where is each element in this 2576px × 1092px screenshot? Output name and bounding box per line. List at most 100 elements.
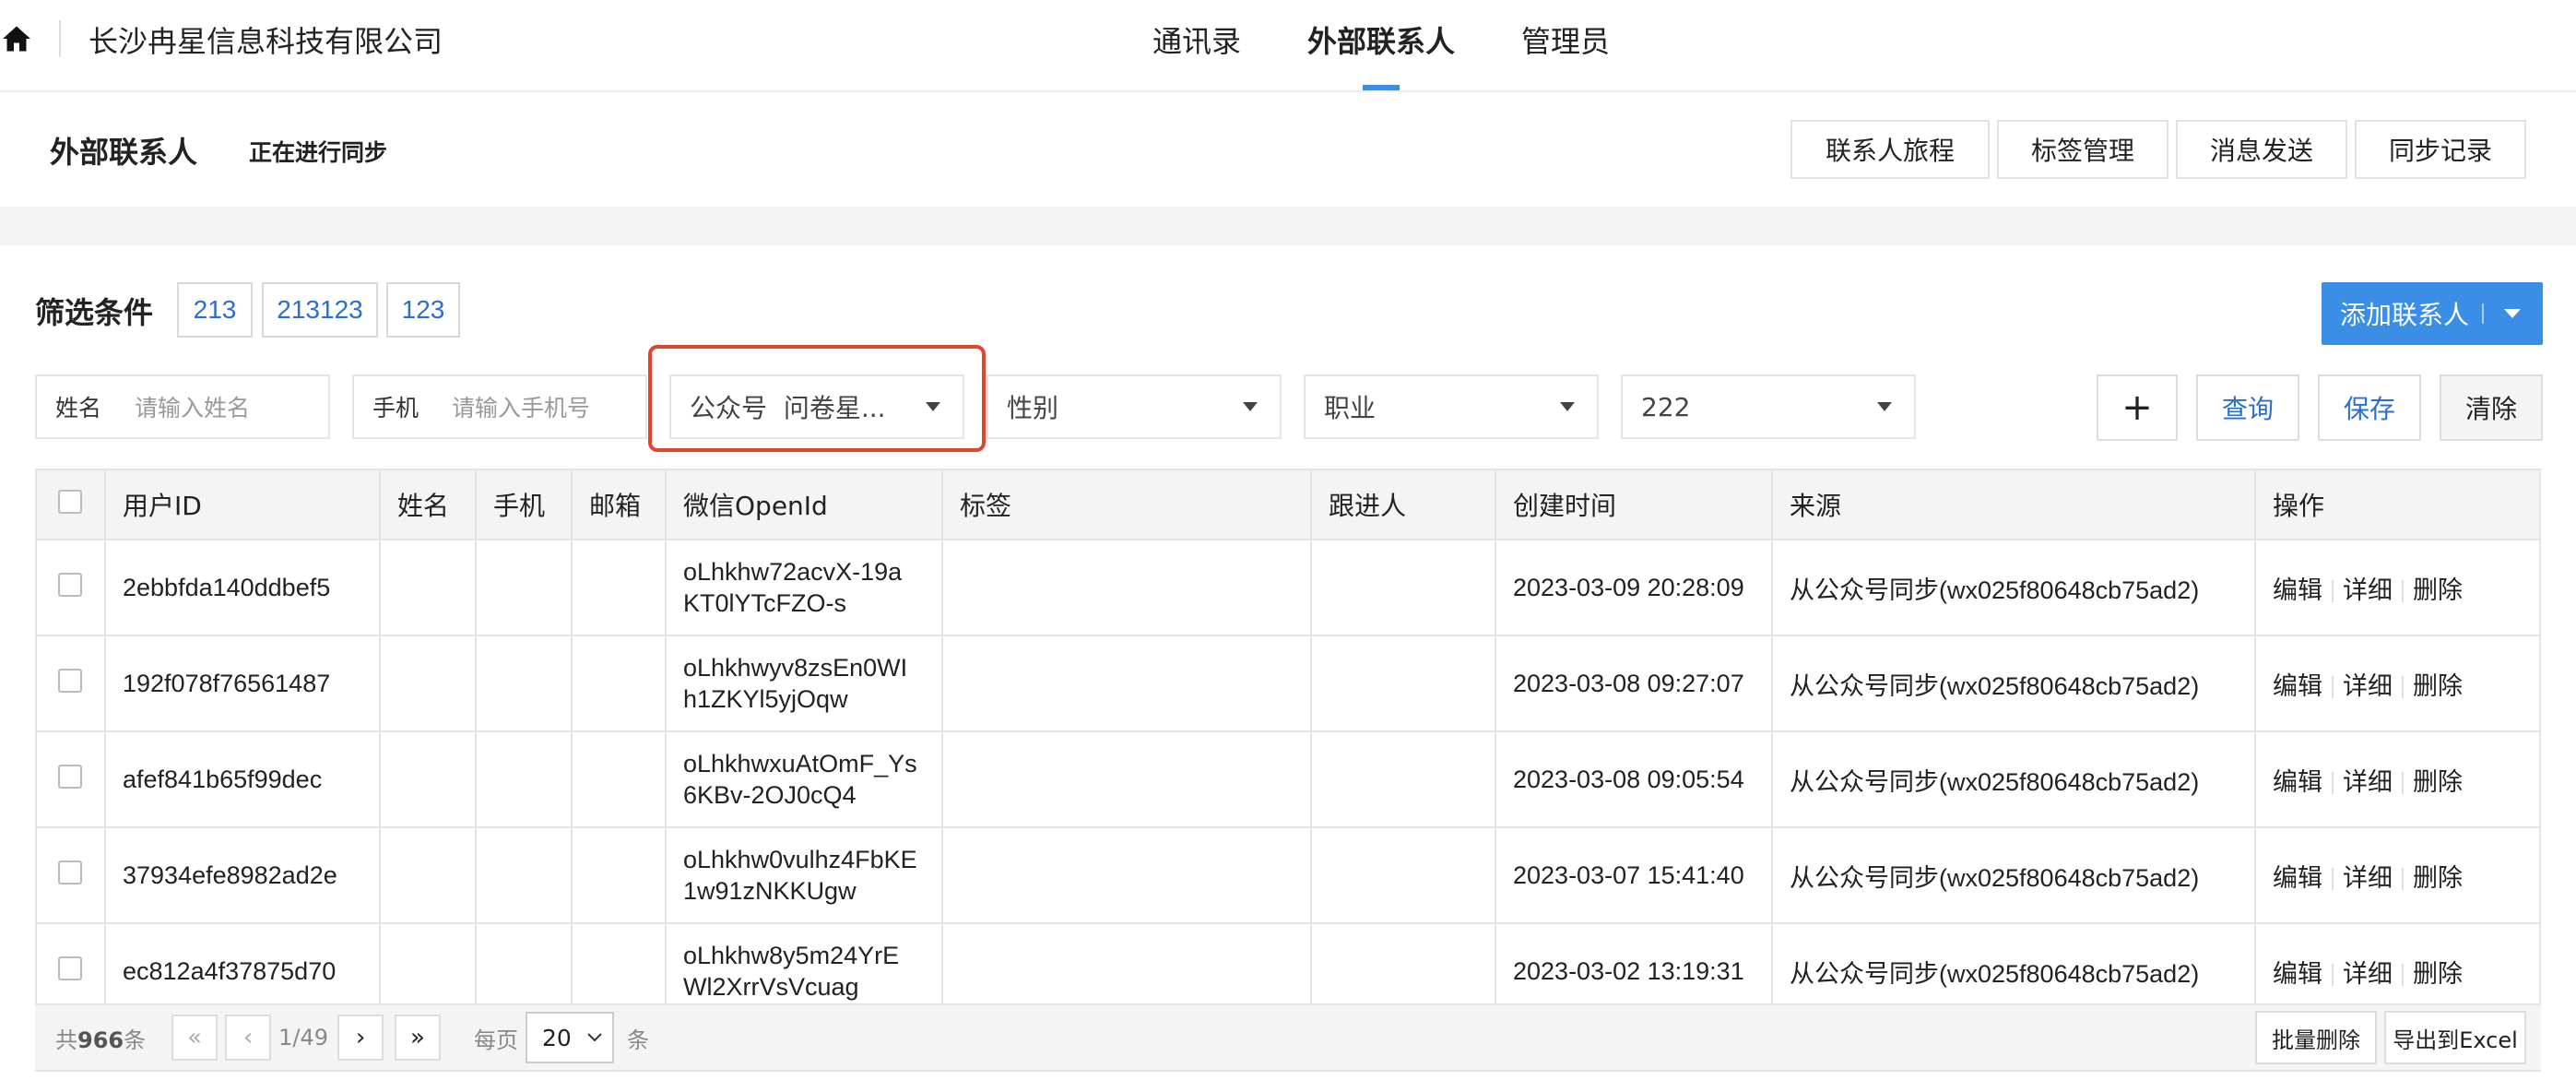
- phone-field[interactable]: 手机 请输入手机号: [352, 374, 647, 439]
- name-cell: [380, 731, 477, 828]
- detail-link[interactable]: 详细: [2343, 768, 2393, 796]
- operations-cell: 编辑 详细 删除: [2255, 635, 2539, 732]
- operations-cell: 编辑 详细 删除: [2255, 731, 2539, 828]
- name-input[interactable]: 请输入姓名: [135, 390, 250, 423]
- prev-page-button[interactable]: ‹: [225, 1015, 272, 1061]
- name-field[interactable]: 姓名 请输入姓名: [35, 374, 330, 439]
- batch-delete-button[interactable]: 批量删除: [2255, 1011, 2377, 1064]
- row-checkbox[interactable]: [58, 668, 82, 693]
- tag-management-button[interactable]: 标签管理: [1997, 120, 2168, 179]
- column-header: 跟进人: [1311, 470, 1496, 540]
- email-cell: [572, 827, 667, 924]
- export-excel-button[interactable]: 导出到Excel: [2384, 1011, 2526, 1064]
- filter-chip[interactable]: 213: [177, 282, 253, 338]
- total-count: 共966条: [55, 1027, 147, 1053]
- per-page-label: 每页: [474, 1027, 519, 1053]
- divider: [2332, 580, 2334, 603]
- first-page-button[interactable]: «: [171, 1015, 219, 1061]
- detail-link[interactable]: 详细: [2343, 576, 2393, 604]
- page-title: 外部联系人: [50, 135, 198, 170]
- column-header: 操作: [2255, 470, 2539, 540]
- custom-field-select[interactable]: 222: [1621, 374, 1916, 439]
- edit-link[interactable]: 编辑: [2273, 864, 2322, 892]
- contact-journey-button[interactable]: 联系人旅程: [1790, 120, 1990, 179]
- chevron-down-icon[interactable]: [1877, 402, 1892, 411]
- detail-link[interactable]: 详细: [2343, 960, 2393, 988]
- row-checkbox[interactable]: [58, 956, 82, 980]
- nav-tab-external-contacts[interactable]: 外部联系人: [1307, 18, 1455, 61]
- column-header: 创建时间: [1495, 470, 1773, 540]
- follower-cell: [1311, 540, 1496, 636]
- divider: [2402, 580, 2404, 603]
- clear-button[interactable]: 清除: [2440, 374, 2543, 441]
- row-select-cell[interactable]: [37, 540, 106, 636]
- filter-title: 筛选条件: [35, 295, 154, 330]
- delete-link[interactable]: 删除: [2413, 960, 2463, 988]
- delete-link[interactable]: 删除: [2413, 672, 2463, 700]
- table-row: 2ebbfda140ddbef5 oLhkhw72acvX-19a KT0lYTcF…: [37, 540, 2539, 636]
- select-all-checkbox[interactable]: [58, 489, 82, 514]
- user-id-cell: 192f078f76561487: [105, 635, 381, 732]
- row-checkbox[interactable]: [58, 764, 82, 789]
- row-select-cell[interactable]: [37, 635, 106, 732]
- divider: [2402, 868, 2404, 891]
- column-header: 姓名: [380, 470, 477, 540]
- add-filter-button[interactable]: +: [2097, 374, 2178, 441]
- row-select-cell[interactable]: [37, 827, 106, 924]
- follower-cell: [1311, 827, 1496, 924]
- nav-tab-contacts[interactable]: 通讯录: [1152, 18, 1241, 61]
- home-icon[interactable]: [0, 22, 33, 55]
- nav-tab-admins[interactable]: 管理员: [1521, 18, 1610, 61]
- filter-chip[interactable]: 123: [386, 282, 460, 338]
- custom-field-value: 222: [1641, 391, 1691, 422]
- gender-select[interactable]: 性别: [987, 374, 1282, 439]
- phone-label: 手机: [372, 395, 419, 421]
- next-page-button[interactable]: ›: [337, 1015, 384, 1061]
- company-name: 长沙冉星信息科技有限公司: [89, 24, 443, 59]
- email-cell: [572, 635, 667, 732]
- chevron-down-icon[interactable]: [1560, 402, 1575, 411]
- tags-cell: [942, 827, 1312, 924]
- last-page-button[interactable]: »: [395, 1015, 442, 1061]
- user-id-cell: afef841b65f99dec: [105, 731, 381, 828]
- per-page-value: 20: [542, 1024, 572, 1051]
- detail-link[interactable]: 详细: [2343, 672, 2393, 700]
- edit-link[interactable]: 编辑: [2273, 768, 2322, 796]
- filter-chip[interactable]: 213123: [262, 282, 378, 338]
- follower-cell: [1311, 731, 1496, 828]
- query-button[interactable]: 查询: [2196, 374, 2299, 441]
- add-contact-button[interactable]: 添加联系人: [2322, 282, 2543, 345]
- button-divider: [2482, 303, 2485, 324]
- edit-link[interactable]: 编辑: [2273, 960, 2322, 988]
- row-checkbox[interactable]: [58, 572, 82, 597]
- send-message-button[interactable]: 消息发送: [2176, 120, 2347, 179]
- edit-link[interactable]: 编辑: [2273, 576, 2322, 604]
- phone-input[interactable]: 请输入手机号: [452, 390, 590, 423]
- select-all-cell[interactable]: [37, 470, 106, 540]
- delete-link[interactable]: 删除: [2413, 864, 2463, 892]
- sync-records-button[interactable]: 同步记录: [2355, 120, 2526, 179]
- detail-link[interactable]: 详细: [2343, 864, 2393, 892]
- active-tab-indicator: [1363, 85, 1400, 90]
- tags-cell: [942, 635, 1312, 732]
- openid-cell: oLhkhw0vulhz4FbKE 1w91zNKKUgw: [666, 827, 943, 924]
- operations-cell: 编辑 详细 删除: [2255, 540, 2539, 636]
- chevron-down-icon[interactable]: [2504, 309, 2522, 318]
- name-cell: [380, 827, 477, 924]
- save-button[interactable]: 保存: [2318, 374, 2421, 441]
- delete-link[interactable]: 删除: [2413, 768, 2463, 796]
- phone-cell: [476, 540, 573, 636]
- edit-link[interactable]: 编辑: [2273, 672, 2322, 700]
- delete-link[interactable]: 删除: [2413, 576, 2463, 604]
- created-time-cell: 2023-03-07 15:41:40: [1495, 827, 1773, 924]
- source-cell: 从公众号同步(wx025f80648cb75ad2): [1772, 540, 2256, 636]
- row-checkbox[interactable]: [58, 860, 82, 884]
- created-time-cell: 2023-03-08 09:27:07: [1495, 635, 1773, 732]
- chevron-down-icon[interactable]: [1243, 402, 1258, 411]
- job-select[interactable]: 职业: [1304, 374, 1599, 439]
- openid-cell: oLhkhwyv8zsEn0WI h1ZKYl5yjOqw: [666, 635, 943, 732]
- table-row: 192f078f76561487 oLhkhwyv8zsEn0WI h1ZKYl5y…: [37, 635, 2539, 732]
- user-id-cell: 2ebbfda140ddbef5: [105, 540, 381, 636]
- per-page-select[interactable]: 20: [526, 1012, 615, 1063]
- row-select-cell[interactable]: [37, 731, 106, 828]
